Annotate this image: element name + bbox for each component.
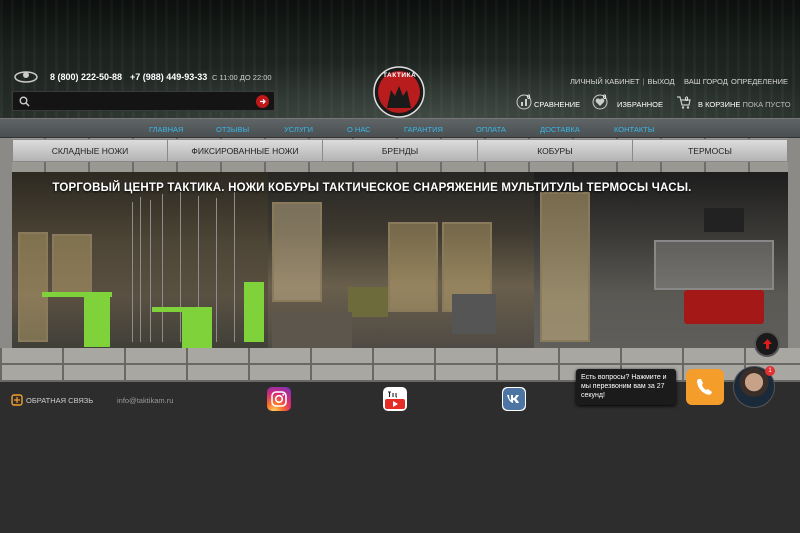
account-links: ЛИЧНЫЙ КАБИНЕТ | ВЫХОД [570,77,675,86]
account-link[interactable]: ЛИЧНЫЙ КАБИНЕТ [570,77,640,86]
category-bar: СКЛАДНЫЕ НОЖИ ФИКСИРОВАННЫЕ НОЖИ БРЕНДЫ … [12,139,788,162]
brick-wall-right [788,138,800,382]
feedback-link[interactable]: ОБРАТНАЯ СВЯЗЬ [26,396,93,405]
vk-icon[interactable] [502,387,526,411]
compare-button[interactable]: 0 СРАВНЕНИЕ [516,94,580,112]
banner-photo-middle [268,172,534,348]
cart-label-text: В КОРЗИНЕ [698,100,741,109]
search-icon [19,96,30,107]
category-fixed-knives[interactable]: ФИКСИРОВАННЫЕ НОЖИ [168,140,323,161]
display-shelf [540,192,590,342]
cart-button[interactable]: 0 В КОРЗИНЕ ПОКА ПУСТО [676,94,791,112]
callback-bubble[interactable]: Есть вопросы? Нажмите и мы перезвоним ва… [576,369,676,405]
brick-wall-bottom [0,348,800,382]
chair [348,287,388,317]
fishing-rod [140,197,141,342]
phone-primary[interactable]: 8 (800) 222-50-88 [50,72,122,82]
phone-icon [14,71,38,83]
chair [452,294,496,334]
nav-item-services[interactable]: УСЛУГИ [284,125,313,134]
display-shelf [388,222,438,312]
nav-item-payment[interactable]: ОПЛАТА [476,125,506,134]
favorites-button[interactable]: 0 ИЗБРАННОЕ [592,94,664,112]
banner-title: ТОРГОВЫЙ ЦЕНТР ТАКТИКА. НОЖИ КОБУРЫ ТАКТ… [52,182,692,194]
fishing-rod [216,198,217,342]
category-folding-knives[interactable]: СКЛАДНЫЕ НОЖИ [13,140,168,161]
fishing-rod [234,192,235,342]
compare-label: СРАВНЕНИЕ [534,100,581,109]
callback-message: Есть вопросы? Нажмите и мы перезвоним ва… [581,374,667,399]
nav-item-contacts[interactable]: КОНТАКТЫ [614,125,654,134]
arrow-right-icon [260,98,266,105]
fishing-rod [132,202,133,342]
brick-wall-left [0,138,12,382]
top-navigation: ГЛАВНАЯ ОТЗЫВЫ УСЛУГИ О НАС ГАРАНТИЯ ОПЛ… [0,118,800,138]
search-input[interactable] [37,94,247,108]
green-stand [244,282,264,342]
display-shelf [654,240,774,290]
red-sofa [684,290,764,324]
page: 8 (800) 222-50-88 +7 (988) 449-93-33 С 1… [0,0,800,533]
display-shelf [52,234,92,294]
cart-count: 0 [685,97,689,103]
logo-text: ТАКТИКА [383,72,417,79]
green-stand [182,312,212,348]
search-submit-button[interactable] [256,95,269,108]
category-thermoses[interactable]: ТЕРМОСЫ [633,140,787,161]
youtube-icon[interactable] [383,387,407,411]
working-hours: С 11:00 ДО 22:00 [212,73,272,82]
nav-item-reviews[interactable]: ОТЗЫВЫ [216,125,249,134]
banner-photo-right [534,172,788,348]
favorites-count: 0 [603,95,607,101]
nav-item-about[interactable]: О НАС [347,125,371,134]
cart-status: ПОКА ПУСТО [742,100,791,109]
display-shelf [18,232,48,342]
notification-badge: 1 [765,366,775,376]
callback-button[interactable] [686,369,724,405]
store-banner[interactable]: ТОРГОВЫЙ ЦЕНТР ТАКТИКА. НОЖИ КОБУРЫ ТАКТ… [12,172,788,348]
banner-photo-left [12,172,268,348]
fishing-rod [150,200,151,342]
nav-item-warranty[interactable]: ГАРАНТИЯ [404,125,443,134]
cart-icon [677,96,691,109]
green-stand [84,297,110,347]
nav-item-home[interactable]: ГЛАВНАЯ [149,125,183,134]
category-brands[interactable]: БРЕНДЫ [323,140,478,161]
email-link[interactable]: info@taktikam.ru [117,396,173,405]
search-box [12,91,275,111]
fishing-rod [180,192,181,342]
tv-screen [704,208,744,232]
fishing-rod [162,194,163,342]
cart-label: В КОРЗИНЕ ПОКА ПУСТО [698,100,791,109]
feedback-icon [11,394,23,406]
logout-link[interactable]: ВЫХОД [647,77,674,86]
arrow-up-icon [763,339,772,349]
city-label: ВАШ ГОРОД [684,77,728,86]
nav-item-delivery[interactable]: ДОСТАВКА [540,125,580,134]
scroll-top-button[interactable] [754,331,780,357]
city-selector[interactable]: ОПРЕДЕЛЕНИЕ [731,77,788,86]
table [272,312,352,348]
instagram-icon[interactable] [267,387,291,411]
compare-count: 0 [527,95,531,101]
display-shelf [272,202,322,302]
category-holsters[interactable]: КОБУРЫ [478,140,633,161]
phone-secondary[interactable]: +7 (988) 449-93-33 [130,72,207,82]
phone-handset-icon [697,379,712,395]
favorites-label: ИЗБРАННОЕ [617,100,664,109]
